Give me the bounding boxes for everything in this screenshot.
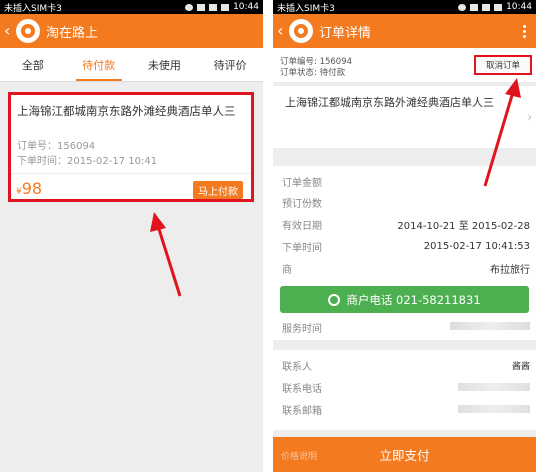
battery-icon [221,3,230,11]
tab-to-review[interactable]: 待评价 [197,48,263,81]
order-tabs: 全部 待付款 未使用 待评价 [0,48,263,82]
contact-row-email: 联系邮箱 [282,400,530,418]
detail-key: 有效日期 [282,220,322,232]
page-title: 订单详情 [319,25,372,41]
alarm-icon [458,3,467,11]
order-price: ¥98 [16,179,42,198]
status-bar: 未插入SIM卡3 10:44 [273,0,536,14]
detail-value: 2014-10-21 至 2015-02-28 [397,220,530,232]
clock-text: 10:44 [506,2,532,12]
status-bar: 未插入SIM卡3 10:44 [0,0,263,14]
contact-value-redacted [458,383,530,391]
screenshot-root: 未插入SIM卡3 10:44 ‹ 淘在路上 全部 待付款 未使用 待评价 上海锦… [0,0,536,472]
contact-row-phone: 联系电话 [282,378,530,396]
contact-row-name: 联系人 酱酱 [282,356,530,374]
contact-value: 酱酱 [511,361,530,372]
detail-row-order-time: 下单时间 2015-02-17 10:41:53 [282,237,530,255]
phone-icon [328,293,341,306]
order-header: 订单编号: 156094 订单状态: 待付款 取消订单 [273,48,536,82]
order-status: 订单状态: 待付款 [280,68,346,78]
service-time-label: 服务时间 [282,324,322,335]
detail-row-quantity: 预订份数 [282,193,530,211]
hotel-row[interactable]: 上海锦江都城南京东路外滩经典酒店单人三 › [273,86,536,148]
call-merchant-button[interactable]: 商户电话 021-58211831 [280,286,529,313]
detail-value: 布拉旅行 [490,264,530,276]
signal-icon [209,3,218,11]
hotel-name: 上海锦江都城南京东路外滩经典酒店单人三 [285,96,494,109]
more-menu-icon[interactable] [523,24,532,38]
pay-now-button[interactable]: 马上付款 [193,181,243,199]
contact-value-redacted [458,405,530,413]
order-detail-screen: 未插入SIM卡3 10:44 ‹ 订单详情 订单编号: 156094 订单状态:… [273,0,536,472]
hotel-name: 上海锦江都城南京东路外滩经典酒店单人三 [17,104,236,118]
clock-text: 10:44 [233,2,259,12]
app-bar: ‹ 淘在路上 [0,14,263,48]
contact-key: 联系电话 [282,383,322,395]
alarm-icon [185,3,194,11]
contact-section: 联系人 酱酱 联系电话 联系邮箱 [273,350,536,430]
order-card[interactable]: 上海锦江都城南京东路外滩经典酒店单人三 订单号：156094 下单时间：2015… [8,92,254,202]
back-icon[interactable]: ‹ [277,23,289,39]
detail-key: 下单时间 [282,242,322,254]
order-list-screen: 未插入SIM卡3 10:44 ‹ 淘在路上 全部 待付款 未使用 待评价 上海锦… [0,0,263,472]
detail-row-amount: 订单金额 [282,172,530,190]
service-time-value [450,322,530,330]
detail-row-validity: 有效日期 2014-10-21 至 2015-02-28 [282,215,530,233]
detail-key: 预订份数 [282,198,322,210]
detail-key: 订单金额 [282,177,322,189]
wifi-icon [197,3,206,11]
detail-key: 商 [282,264,292,276]
page-title: 淘在路上 [46,25,99,41]
tab-all[interactable]: 全部 [0,48,66,81]
contact-key: 联系邮箱 [282,405,322,417]
wifi-icon [470,3,479,11]
contact-key: 联系人 [282,361,312,373]
carrier-text: 未插入SIM卡3 [4,3,62,14]
carrier-text: 未插入SIM卡3 [277,3,335,14]
divider [11,173,251,174]
detail-row-merchant: 商 布拉旅行 [282,259,530,277]
tab-unused[interactable]: 未使用 [132,48,198,81]
app-bar: ‹ 订单详情 [273,14,536,48]
order-details: 订单金额 预订份数 有效日期 2014-10-21 至 2015-02-28 下… [273,166,536,340]
order-number: 订单号：156094 [17,141,96,152]
price-note-label: 价格说明 [281,452,318,462]
detail-value: 2015-02-17 10:41:53 [423,240,530,252]
battery-icon [494,3,503,11]
order-time: 下单时间：2015-02-17 10:41 [17,156,158,167]
price-value: 98 [21,179,43,198]
chevron-right-icon: › [527,110,532,124]
back-icon[interactable]: ‹ [4,23,16,39]
cancel-order-button[interactable]: 取消订单 [474,55,532,75]
app-logo-icon [16,19,40,43]
signal-icon [482,3,491,11]
app-logo-icon [289,19,313,43]
tab-pending-payment[interactable]: 待付款 [66,48,132,81]
call-label: 商户电话 021-58211831 [346,292,481,307]
